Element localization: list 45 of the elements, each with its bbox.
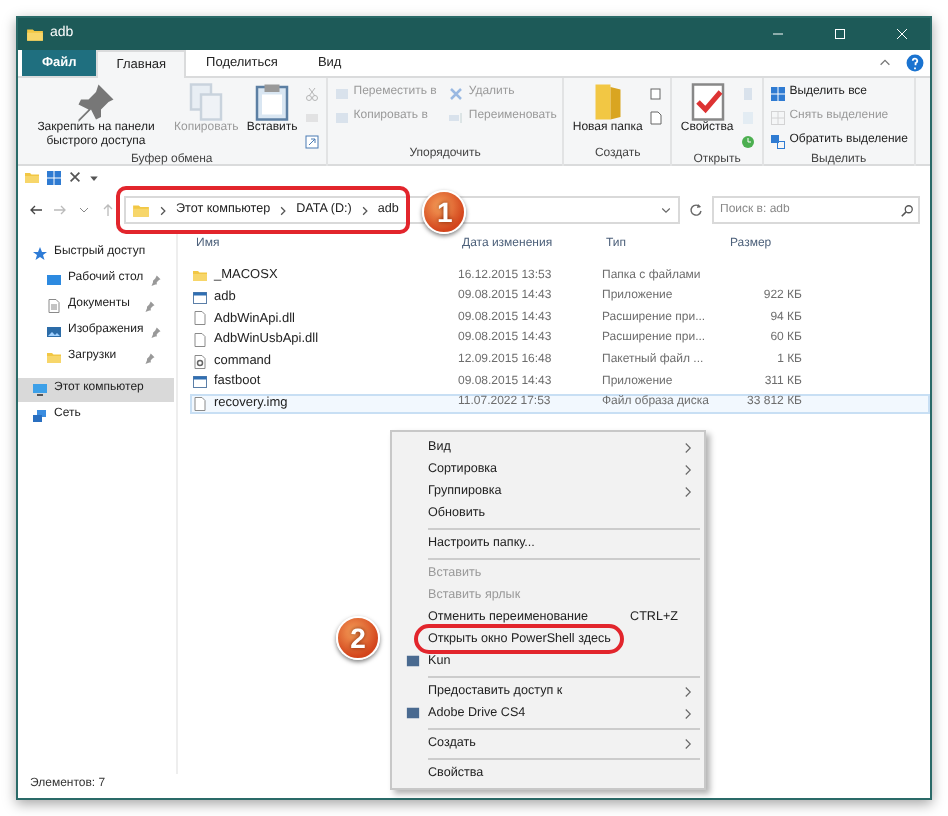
invert-selection-icon <box>769 134 786 150</box>
picture-icon <box>46 324 62 340</box>
gear-file-icon <box>192 353 208 370</box>
copy-icon <box>186 82 227 122</box>
chevron-icon <box>158 205 168 215</box>
folder-icon <box>24 169 40 185</box>
pin-icon <box>144 300 156 312</box>
folder-icon <box>46 350 62 366</box>
pin-icon <box>76 82 116 122</box>
folder-icon <box>192 268 208 285</box>
close-icon[interactable] <box>894 26 910 42</box>
dropdown-icon[interactable] <box>660 204 672 216</box>
up-icon[interactable] <box>100 202 116 218</box>
pin-icon <box>149 326 162 338</box>
pin-icon <box>149 274 162 286</box>
select-all-icon <box>769 86 786 102</box>
folder-icon <box>26 25 44 43</box>
select-none-icon <box>769 110 786 126</box>
help-icon[interactable] <box>906 54 924 72</box>
computer-icon <box>32 382 48 398</box>
app-icon <box>406 706 420 720</box>
maximize-icon[interactable] <box>832 26 848 42</box>
forward-icon[interactable] <box>52 202 68 218</box>
application-icon <box>192 289 208 306</box>
dropdown-icon[interactable] <box>88 171 100 183</box>
chevron-icon <box>278 205 289 215</box>
search-icon <box>900 203 914 217</box>
back-icon[interactable] <box>28 202 44 218</box>
application-icon <box>192 374 208 391</box>
delete-icon <box>448 86 465 102</box>
desktop-icon <box>46 272 62 288</box>
shortcut-icon[interactable] <box>303 134 320 150</box>
delete-icon[interactable] <box>68 170 82 184</box>
refresh-icon[interactable] <box>688 202 704 218</box>
document-icon <box>46 298 62 314</box>
history-icon[interactable] <box>739 134 756 150</box>
star-icon <box>32 246 48 262</box>
network-icon <box>32 408 48 424</box>
dropdown-icon[interactable] <box>76 202 92 218</box>
chevron-icon <box>359 205 370 215</box>
folder-icon <box>132 201 150 219</box>
file-icon <box>192 395 208 412</box>
pin-icon <box>144 352 156 364</box>
collapse-icon[interactable] <box>878 56 892 70</box>
app-icon <box>406 654 420 668</box>
